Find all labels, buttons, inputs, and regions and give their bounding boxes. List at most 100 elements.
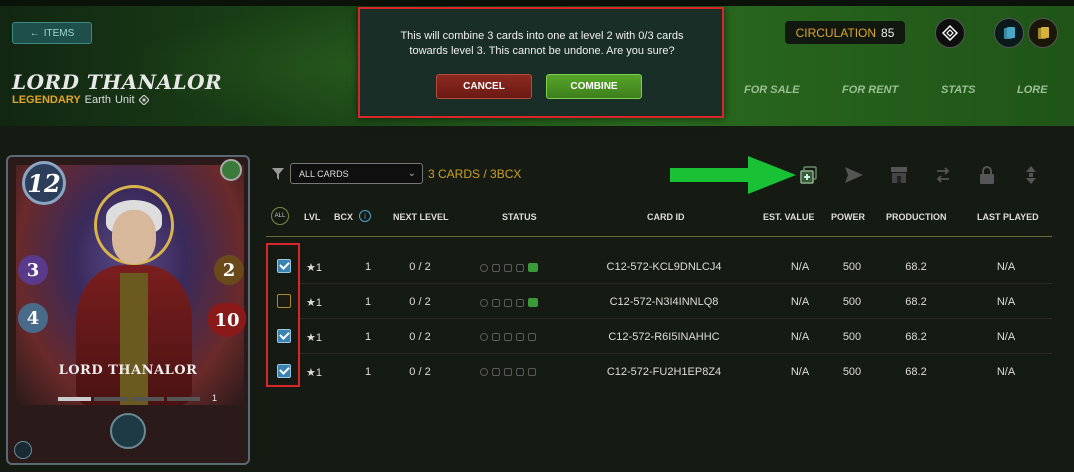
clock-icon — [480, 298, 488, 307]
arrow-left-icon: ← — [29, 27, 40, 39]
combine-button[interactable]: COMBINE — [546, 74, 642, 99]
back-to-items-button[interactable]: ← ITEMS — [12, 22, 92, 44]
cell-power: 500 — [842, 261, 862, 273]
back-button-label: ITEMS — [43, 27, 75, 39]
column-header-next-level[interactable]: NEXT LEVEL — [393, 212, 449, 222]
delegate-icon[interactable] — [1020, 164, 1042, 186]
card-level: 1 — [212, 393, 218, 403]
circulation-badge: CIRCULATION 85 — [785, 21, 905, 44]
cell-bcx: 1 — [364, 331, 372, 343]
cell-production: 68.2 — [905, 366, 927, 378]
cell-lvl: ★1 — [306, 332, 322, 344]
column-header-est-value[interactable]: EST. VALUE — [763, 212, 814, 222]
status-icons — [480, 263, 538, 272]
lock-icon[interactable] — [976, 164, 998, 186]
lock-status-icon — [504, 333, 512, 341]
card-filter-select[interactable]: ALL CARDS ⌄ — [290, 163, 423, 184]
transfer-status-icon — [516, 333, 524, 341]
card-count-summary: 3 CARDS / 3BCX — [428, 167, 522, 181]
market-status-icon — [492, 298, 500, 307]
cell-next-level: 0 / 2 — [409, 261, 431, 273]
clock-icon — [480, 333, 488, 341]
cell-lvl: ★1 — [306, 262, 322, 274]
checkbox-highlight-annotation — [266, 243, 300, 387]
transfer-status-icon — [516, 263, 524, 272]
cell-est-value: N/A — [790, 331, 810, 343]
clock-icon — [480, 368, 488, 376]
lock-status-icon — [504, 298, 512, 307]
cell-est-value: N/A — [790, 366, 810, 378]
cell-power: 500 — [842, 331, 862, 343]
cell-last-played: N/A — [996, 366, 1016, 378]
earth-element-icon — [220, 159, 242, 181]
in-deck-status-icon — [528, 263, 538, 272]
column-header-status[interactable]: STATUS — [502, 212, 537, 222]
column-header-bcx[interactable]: BCX — [334, 212, 353, 222]
tab-for-sale[interactable]: FOR SALE — [744, 84, 800, 96]
cell-card-id[interactable]: C12-572-KCL9DNLCJ4 — [598, 261, 730, 273]
cell-next-level: 0 / 2 — [409, 366, 431, 378]
card-image: 12 3 4 2 10 LORD THANALOR 1 — [6, 155, 250, 465]
chevron-down-icon: ⌄ — [407, 168, 416, 179]
lock-status-icon — [504, 263, 512, 272]
cell-production: 68.2 — [905, 296, 927, 308]
row-divider — [300, 318, 1052, 319]
clock-icon — [480, 263, 488, 272]
column-header-card-id[interactable]: CARD ID — [647, 212, 685, 222]
cell-bcx: 1 — [364, 296, 372, 308]
market-status-icon — [492, 263, 500, 272]
table-header-divider — [266, 236, 1052, 237]
column-header-last-played[interactable]: LAST PLAYED — [977, 212, 1039, 222]
cell-card-id[interactable]: C12-572-N3I4INNLQ8 — [598, 296, 730, 308]
cell-card-id[interactable]: C12-572-R6I5INAHHC — [598, 331, 730, 343]
combine-icon[interactable] — [798, 164, 820, 186]
cell-last-played: N/A — [996, 261, 1016, 273]
transfer-icon[interactable] — [932, 164, 954, 186]
in-deck-status-icon — [528, 368, 536, 376]
card-deck-blue-icon[interactable] — [994, 18, 1024, 48]
cell-production: 68.2 — [905, 331, 927, 343]
send-icon[interactable] — [843, 164, 865, 186]
cell-last-played: N/A — [996, 296, 1016, 308]
cell-est-value: N/A — [790, 261, 810, 273]
cell-power: 500 — [842, 296, 862, 308]
figure-head-art — [112, 210, 156, 264]
health-stat: 10 — [208, 303, 246, 337]
robe-trim-art — [120, 273, 148, 405]
filter-selected-value: ALL CARDS — [299, 168, 349, 179]
magic-attack-stat: 3 — [18, 255, 48, 285]
cell-bcx: 1 — [364, 261, 372, 273]
cancel-button[interactable]: CANCEL — [436, 74, 532, 99]
lock-status-icon — [504, 368, 512, 376]
select-all-toggle[interactable]: ALL — [271, 207, 289, 225]
info-icon[interactable]: i — [359, 210, 371, 222]
row-divider — [300, 283, 1052, 284]
cell-lvl: ★1 — [306, 367, 322, 379]
card-deck-gold-icon[interactable] — [1028, 18, 1058, 48]
cell-next-level: 0 / 2 — [409, 296, 431, 308]
transfer-status-icon — [516, 368, 524, 376]
dialog-message: This will combine 3 cards into one at le… — [400, 30, 684, 57]
in-deck-status-icon — [528, 333, 536, 341]
status-icons — [480, 368, 536, 376]
tab-for-rent[interactable]: FOR RENT — [842, 84, 898, 96]
armor-stat: 4 — [18, 303, 48, 333]
column-header-lvl[interactable]: LVL — [304, 212, 320, 222]
cell-next-level: 0 / 2 — [409, 331, 431, 343]
in-deck-status-icon — [528, 298, 538, 307]
tab-stats[interactable]: STATS — [941, 84, 975, 96]
filter-icon[interactable] — [272, 168, 284, 180]
circulation-label: CIRCULATION — [795, 25, 877, 40]
tab-lore[interactable]: LORE — [1017, 84, 1048, 96]
cell-power: 500 — [842, 366, 862, 378]
edition-logo-icon — [14, 441, 32, 459]
market-icon[interactable] — [888, 164, 910, 186]
row-divider — [300, 353, 1052, 354]
cell-est-value: N/A — [790, 296, 810, 308]
splinterlands-diamond-icon[interactable] — [935, 18, 965, 48]
cell-card-id[interactable]: C12-572-FU2H1EP8Z4 — [598, 366, 730, 378]
cell-lvl: ★1 — [306, 297, 322, 309]
column-header-production[interactable]: PRODUCTION — [886, 212, 947, 222]
cell-last-played: N/A — [996, 331, 1016, 343]
column-header-power[interactable]: POWER — [831, 212, 865, 222]
